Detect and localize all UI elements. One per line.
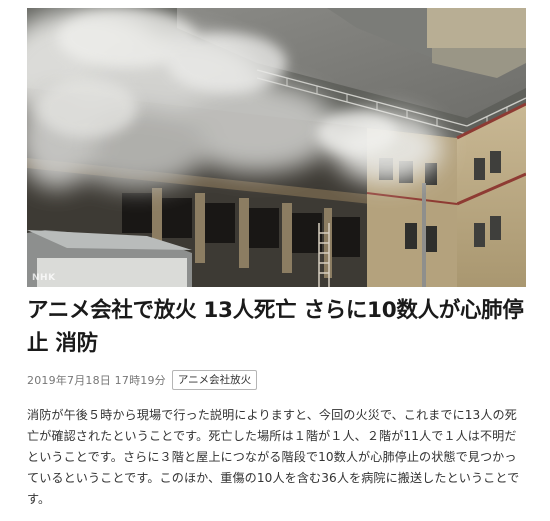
building-fire-photo [27, 8, 526, 287]
news-article-page: NHK アニメ会社で放火 13人死亡 さらに10数人が心肺停止 消防 2019年… [0, 0, 550, 521]
publish-date: 2019年7月18日 17時19分 [27, 374, 166, 387]
article-meta: 2019年7月18日 17時19分 アニメ会社放火 [27, 369, 258, 391]
article-body: 消防が午後５時から現場で行った説明によりますと、今回の火災で、これまでに13人の… [27, 408, 520, 506]
nhk-watermark: NHK [32, 273, 56, 283]
article-headline: アニメ会社で放火 13人死亡 さらに10数人が心肺停止 消防 [27, 298, 524, 356]
topic-tag[interactable]: アニメ会社放火 [171, 370, 258, 390]
news-photo: NHK [27, 8, 526, 287]
